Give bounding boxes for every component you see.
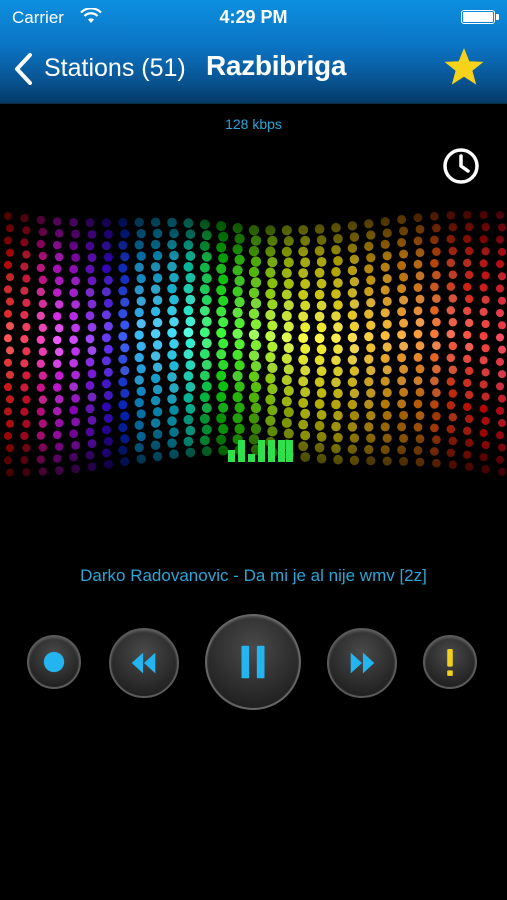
pause-icon xyxy=(207,616,299,708)
pause-button[interactable] xyxy=(205,614,301,710)
track-title: Darko Radovanovic - Da mi je al nije wmv… xyxy=(0,566,507,586)
back-button[interactable]: Stations (51) xyxy=(44,54,186,83)
favorite-star-icon[interactable] xyxy=(443,46,485,88)
top-bar: Carrier 4:29 PM Stations (51) Razbibriga xyxy=(0,0,507,104)
fast-forward-icon xyxy=(329,630,395,696)
record-icon xyxy=(29,637,79,687)
equalizer-artwork xyxy=(0,200,507,530)
exclamation-icon xyxy=(425,637,475,687)
rewind-button[interactable] xyxy=(109,628,179,698)
navigation-bar: Stations (51) Razbibriga xyxy=(0,40,507,98)
record-button[interactable] xyxy=(27,635,81,689)
status-time: 4:29 PM xyxy=(0,7,507,28)
rewind-icon xyxy=(111,630,177,696)
fast-forward-button[interactable] xyxy=(327,628,397,698)
status-bar: Carrier 4:29 PM xyxy=(0,0,507,36)
battery-icon xyxy=(461,10,495,24)
page-title: Razbibriga xyxy=(206,50,346,82)
bitrate-label: 128 kbps xyxy=(0,116,507,132)
chevron-left-icon[interactable] xyxy=(12,52,36,86)
alert-button[interactable] xyxy=(423,635,477,689)
clock-icon[interactable] xyxy=(441,146,481,186)
